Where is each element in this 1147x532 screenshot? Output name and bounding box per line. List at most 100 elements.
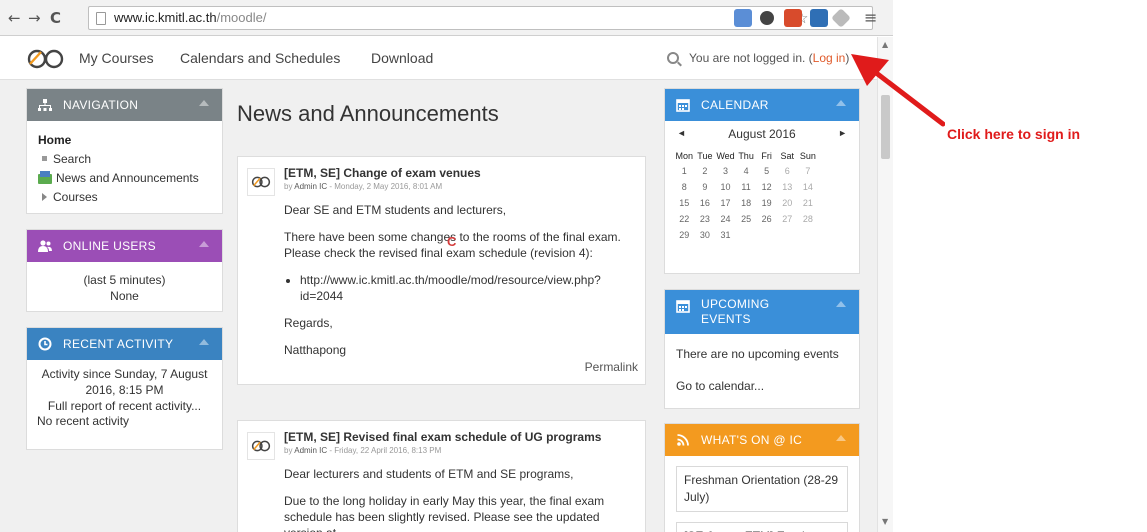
upcoming-title-line1: UPCOMING bbox=[701, 297, 770, 311]
calendar-day[interactable]: 5 bbox=[756, 163, 777, 179]
calendar-day[interactable]: 7 bbox=[798, 163, 819, 179]
calendar-day[interactable]: 30 bbox=[695, 227, 716, 243]
full-report-link[interactable]: Full report of recent activity... bbox=[37, 398, 212, 414]
calendar-day bbox=[736, 227, 757, 243]
online-users-block-header[interactable]: ONLINE USERS bbox=[27, 230, 222, 262]
calendar-week-row: 1234567 bbox=[674, 163, 818, 179]
extension-icon-2[interactable] bbox=[760, 11, 774, 25]
reload-button[interactable]: C bbox=[50, 9, 61, 27]
post-title[interactable]: [ETM, SE] Change of exam venues bbox=[284, 166, 481, 180]
whats-on-item[interactable]: Freshman Orientation (28-29 July) bbox=[676, 466, 848, 512]
scroll-down-arrow-icon[interactable]: ▼ bbox=[882, 517, 888, 526]
post-byline: by Admin IC - Friday, 22 April 2016, 8:1… bbox=[284, 446, 441, 455]
calendar-week-row: 22 23 24 25 26 27 28 bbox=[674, 211, 818, 227]
calendar-day[interactable]: 28 bbox=[798, 211, 819, 227]
calendar-day[interactable]: 25 bbox=[736, 211, 757, 227]
search-icon[interactable] bbox=[667, 52, 679, 64]
nav-tree-courses[interactable]: Courses bbox=[38, 188, 211, 207]
calendar-block-header[interactable]: CALENDAR bbox=[665, 89, 859, 121]
calendar-day[interactable]: 2 bbox=[695, 163, 716, 179]
nav-tree-home[interactable]: Home bbox=[38, 131, 211, 150]
post-author-link[interactable]: Admin IC bbox=[294, 446, 327, 455]
author-avatar-icon[interactable] bbox=[247, 432, 275, 460]
sitemap-icon bbox=[38, 99, 52, 111]
nav-tree-search[interactable]: Search bbox=[38, 150, 211, 169]
back-button[interactable]: ← bbox=[8, 9, 21, 27]
calendar-day[interactable]: 22 bbox=[674, 211, 695, 227]
post-byline: by Admin IC - Monday, 2 May 2016, 8:01 A… bbox=[284, 182, 442, 191]
post-author-link[interactable]: Admin IC bbox=[294, 182, 327, 191]
post-body: Dear SE and ETM students and lecturers, … bbox=[284, 202, 636, 369]
calendar-day[interactable]: 1 bbox=[674, 163, 695, 179]
upcoming-events-title: UPCOMING EVENTS bbox=[701, 297, 769, 327]
browser-menu-icon[interactable]: ≡ bbox=[864, 8, 877, 27]
calendar-day[interactable]: 13 bbox=[777, 179, 798, 195]
collapse-caret-icon[interactable] bbox=[199, 100, 209, 106]
annotation-label: Click here to sign in bbox=[947, 126, 1081, 142]
go-to-calendar-link[interactable]: Go to calendar... bbox=[676, 378, 848, 394]
post-paragraph: Regards, bbox=[284, 316, 333, 330]
calendar-day[interactable]: 17 bbox=[715, 195, 736, 211]
calendar-day[interactable]: 11 bbox=[736, 179, 757, 195]
post-resource-link[interactable]: http://www.ic.kmitl.ac.th/moodle/mod/res… bbox=[300, 272, 636, 304]
post-title[interactable]: [ETM, SE] Revised final exam schedule of… bbox=[284, 430, 601, 444]
calendar-day[interactable]: 24 bbox=[715, 211, 736, 227]
address-bar[interactable]: www.ic.kmitl.ac.th/moodle/ ☆ bbox=[88, 6, 873, 30]
extension-icon-1[interactable] bbox=[734, 9, 752, 27]
author-avatar-icon[interactable] bbox=[247, 168, 275, 196]
calendar-day[interactable]: 18 bbox=[736, 195, 757, 211]
calendar-icon bbox=[676, 99, 690, 112]
calendar-day[interactable]: 4 bbox=[736, 163, 757, 179]
nav-tree-news[interactable]: News and Announcements bbox=[38, 169, 211, 188]
collapse-caret-icon[interactable] bbox=[836, 301, 846, 307]
calendar-day[interactable]: 16 bbox=[695, 195, 716, 211]
whats-on-title: WHAT'S ON @ IC bbox=[701, 433, 803, 447]
calendar-day[interactable]: 8 bbox=[674, 179, 695, 195]
forward-button[interactable]: → bbox=[28, 9, 41, 27]
collapse-caret-icon[interactable] bbox=[199, 339, 209, 345]
recent-activity-block: RECENT ACTIVITY Activity since Sunday, 7… bbox=[26, 327, 223, 450]
upcoming-events-block-header[interactable]: UPCOMING EVENTS bbox=[665, 290, 859, 334]
recent-activity-body: Activity since Sunday, 7 August 2016, 8:… bbox=[27, 360, 222, 435]
calendar-day[interactable]: 20 bbox=[777, 195, 798, 211]
calendar-weekday: Fri bbox=[761, 150, 772, 161]
calendar-day[interactable]: 9 bbox=[695, 179, 716, 195]
whats-on-item[interactable]: [SE &amp; ETM] Enrolment bbox=[676, 522, 848, 532]
calendar-day[interactable]: 21 bbox=[798, 195, 819, 211]
whats-on-block-header[interactable]: WHAT'S ON @ IC bbox=[665, 424, 859, 456]
post-paragraph: Dear SE and ETM students and lecturers, bbox=[284, 203, 507, 217]
navigation-block-header[interactable]: NAVIGATION bbox=[27, 89, 222, 121]
forum-post: [ETM, SE] Revised final exam schedule of… bbox=[237, 420, 646, 532]
calendar-day[interactable]: 19 bbox=[756, 195, 777, 211]
online-users-block: ONLINE USERS (last 5 minutes) None bbox=[26, 229, 223, 312]
calendar-weekday: Sat bbox=[780, 150, 795, 161]
calendar-day[interactable]: 15 bbox=[674, 195, 695, 211]
extension-icon-3[interactable] bbox=[784, 9, 802, 27]
nav-link-calendars[interactable]: Calendars and Schedules bbox=[180, 50, 340, 66]
calendar-next-month-icon[interactable]: ► bbox=[838, 128, 847, 138]
post-date: - Friday, 22 April 2016, 8:13 PM bbox=[327, 446, 442, 455]
collapse-caret-icon[interactable] bbox=[836, 435, 846, 441]
calendar-day[interactable]: 26 bbox=[756, 211, 777, 227]
login-status: You are not logged in. (Log in) bbox=[689, 51, 849, 65]
login-link[interactable]: Log in bbox=[813, 51, 846, 65]
calendar-icon bbox=[676, 300, 690, 313]
permalink-link[interactable]: Permalink bbox=[585, 360, 638, 374]
calendar-day[interactable]: 31 bbox=[715, 227, 736, 243]
calendar-day[interactable]: 10 bbox=[715, 179, 736, 195]
calendar-day[interactable]: 14 bbox=[798, 179, 819, 195]
calendar-month-row: ◄ August 2016 ► bbox=[665, 127, 859, 148]
calendar-day[interactable]: 23 bbox=[695, 211, 716, 227]
calendar-day[interactable]: 27 bbox=[777, 211, 798, 227]
calendar-day[interactable]: 12 bbox=[756, 179, 777, 195]
calendar-day[interactable]: 3 bbox=[715, 163, 736, 179]
site-logo-icon[interactable] bbox=[26, 49, 68, 69]
nav-link-download[interactable]: Download bbox=[371, 50, 433, 66]
recent-activity-block-header[interactable]: RECENT ACTIVITY bbox=[27, 328, 222, 360]
calendar-day[interactable]: 29 bbox=[674, 227, 695, 243]
calendar-day[interactable]: 6 bbox=[777, 163, 798, 179]
nav-link-my-courses[interactable]: My Courses bbox=[79, 50, 154, 66]
calendar-weekday: Wed bbox=[716, 150, 735, 161]
extension-icon-4[interactable] bbox=[810, 9, 828, 27]
collapse-caret-icon[interactable] bbox=[199, 241, 209, 247]
